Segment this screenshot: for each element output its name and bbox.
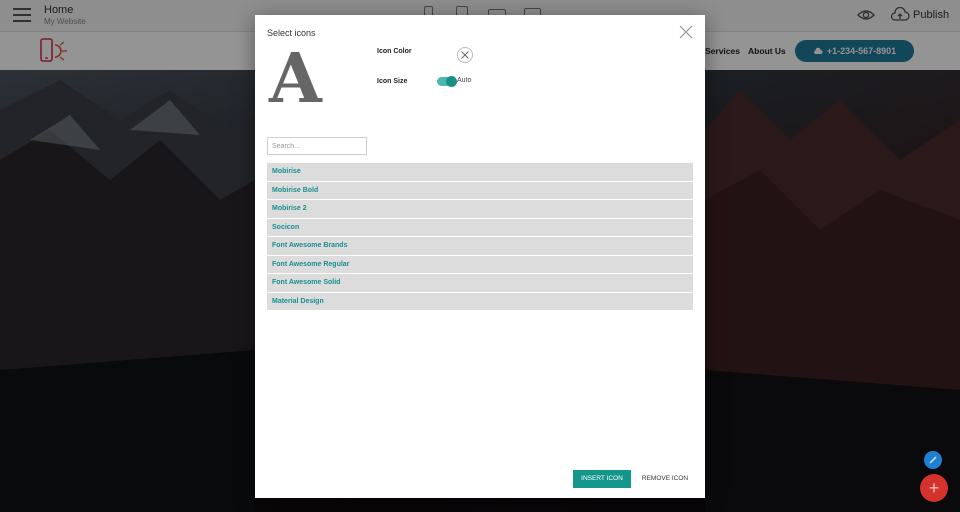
icon-set-item[interactable]: Mobirise xyxy=(267,163,693,181)
remove-icon-button[interactable]: REMOVE ICON xyxy=(637,470,693,488)
icon-set-item[interactable]: Socicon xyxy=(267,218,693,236)
close-icon[interactable] xyxy=(679,25,693,39)
icon-set-item[interactable]: Font Awesome Regular xyxy=(267,255,693,273)
icon-color-label: Icon Color xyxy=(377,48,412,55)
icon-set-item[interactable]: Material Design xyxy=(267,292,693,310)
plus-icon[interactable]: + xyxy=(920,474,948,502)
icon-size-label: Icon Size xyxy=(377,78,408,85)
icon-search-input[interactable] xyxy=(267,137,367,155)
icon-set-item[interactable]: Mobirise Bold xyxy=(267,181,693,199)
select-icons-dialog: Select icons A Icon Color Icon Size Auto… xyxy=(255,15,705,498)
dialog-title: Select icons xyxy=(267,28,316,38)
auto-size-label: Auto xyxy=(457,77,472,84)
icon-set-item[interactable]: Font Awesome Brands xyxy=(267,237,693,255)
icon-color-picker[interactable] xyxy=(457,47,473,63)
toggle-knob xyxy=(446,76,457,87)
insert-icon-button[interactable]: INSERT ICON xyxy=(573,470,631,488)
no-color-icon xyxy=(461,51,469,59)
icon-set-item[interactable]: Font Awesome Solid xyxy=(267,274,693,292)
auto-size-toggle[interactable] xyxy=(437,76,457,87)
pencil-icon[interactable] xyxy=(924,451,942,469)
icon-preview: A xyxy=(269,39,322,119)
icon-set-item[interactable]: Mobirise 2 xyxy=(267,200,693,218)
icon-set-list: Mobirise Mobirise Bold Mobirise 2 Socico… xyxy=(267,163,693,311)
